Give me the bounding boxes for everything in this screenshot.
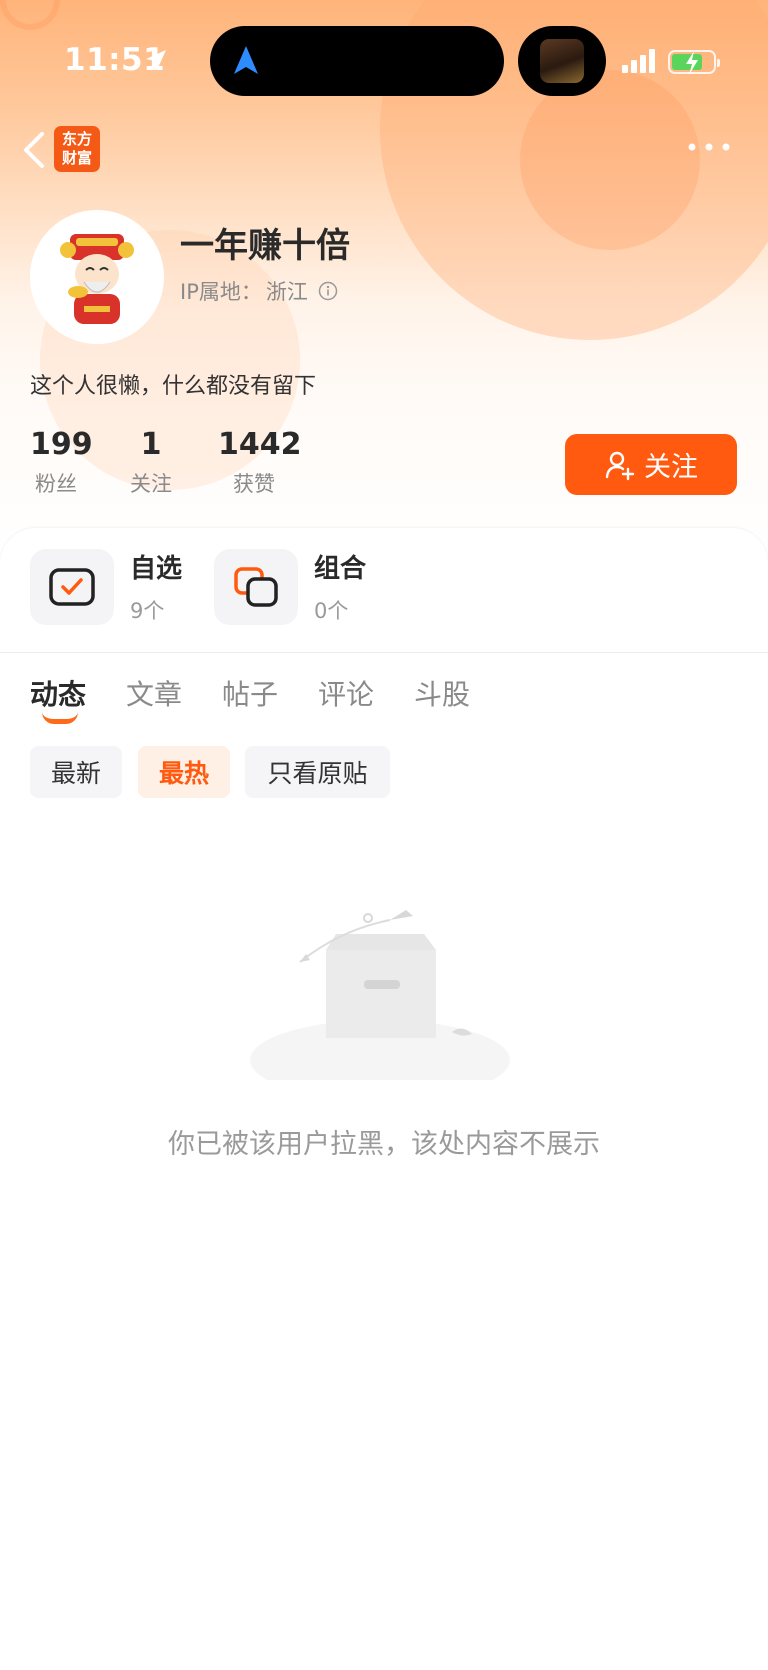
caishen-avatar-icon: [30, 210, 164, 344]
follow-button[interactable]: 关注: [565, 434, 737, 495]
feature-title: 组合: [314, 554, 367, 584]
content-card: [0, 528, 768, 1670]
logo-text: 财富: [61, 149, 92, 167]
logo-text: 东方: [61, 130, 92, 148]
feature-count: 9个: [130, 599, 165, 623]
decorative-smile: [0, 0, 60, 30]
ip-location-row: IP属地： 浙江: [180, 276, 338, 306]
stat-label: 关注: [130, 472, 172, 496]
stat-label: 粉丝: [35, 472, 77, 496]
tab-articles[interactable]: 文章: [126, 673, 182, 713]
signal-icon: [622, 49, 655, 73]
follow-button-label: 关注: [644, 452, 698, 483]
location-arrow-icon: [146, 50, 166, 70]
tab-posts[interactable]: 帖子: [222, 673, 278, 713]
add-user-icon: [605, 451, 635, 480]
stat-label: 获赞: [233, 472, 275, 496]
stat-value: 1: [140, 427, 162, 462]
decorative-circle: [520, 70, 700, 250]
more-options-icon[interactable]: [684, 130, 734, 164]
portfolio-entry[interactable]: 组合 0个: [214, 548, 366, 625]
tab-comments[interactable]: 评论: [318, 673, 374, 713]
tab-updates[interactable]: 动态: [30, 673, 86, 713]
ip-location: 浙江: [265, 280, 308, 304]
tab-stock-battle[interactable]: 斗股: [414, 673, 470, 713]
live-activity: [518, 26, 606, 96]
stat-likes[interactable]: 1442 获赞: [218, 426, 302, 498]
empty-box-icon: [250, 910, 510, 1080]
divider: [0, 652, 768, 653]
filter-hottest[interactable]: 最热: [138, 746, 230, 798]
stat-followers[interactable]: 199 粉丝: [30, 426, 93, 498]
back-arrow-icon[interactable]: [14, 128, 54, 172]
ip-label: IP属地：: [180, 280, 262, 304]
info-icon[interactable]: [318, 281, 338, 301]
filter-latest[interactable]: 最新: [30, 746, 122, 798]
game-thumbnail-icon: [540, 39, 584, 83]
stat-following[interactable]: 1 关注: [126, 426, 176, 498]
battery-icon: [668, 50, 720, 75]
empty-state-message: 你已被该用户拉黑，该处内容不展示: [168, 1129, 600, 1160]
stat-value: 1442: [218, 427, 302, 462]
watchlist-entry[interactable]: 自选 9个: [30, 548, 182, 625]
bio: 这个人很懒，什么都没有留下: [30, 374, 317, 399]
navigation-arrow-icon: [234, 46, 258, 74]
portfolio-icon: [214, 548, 298, 625]
app-logo: 东方 财富: [54, 126, 100, 172]
avatar[interactable]: [30, 210, 164, 344]
feature-count: 0个: [314, 599, 349, 623]
watchlist-icon: [30, 548, 114, 625]
username: 一年赚十倍: [180, 226, 350, 266]
filter-original-only[interactable]: 只看原贴: [245, 746, 390, 798]
feature-title: 自选: [130, 554, 183, 584]
stat-value: 199: [30, 427, 93, 462]
